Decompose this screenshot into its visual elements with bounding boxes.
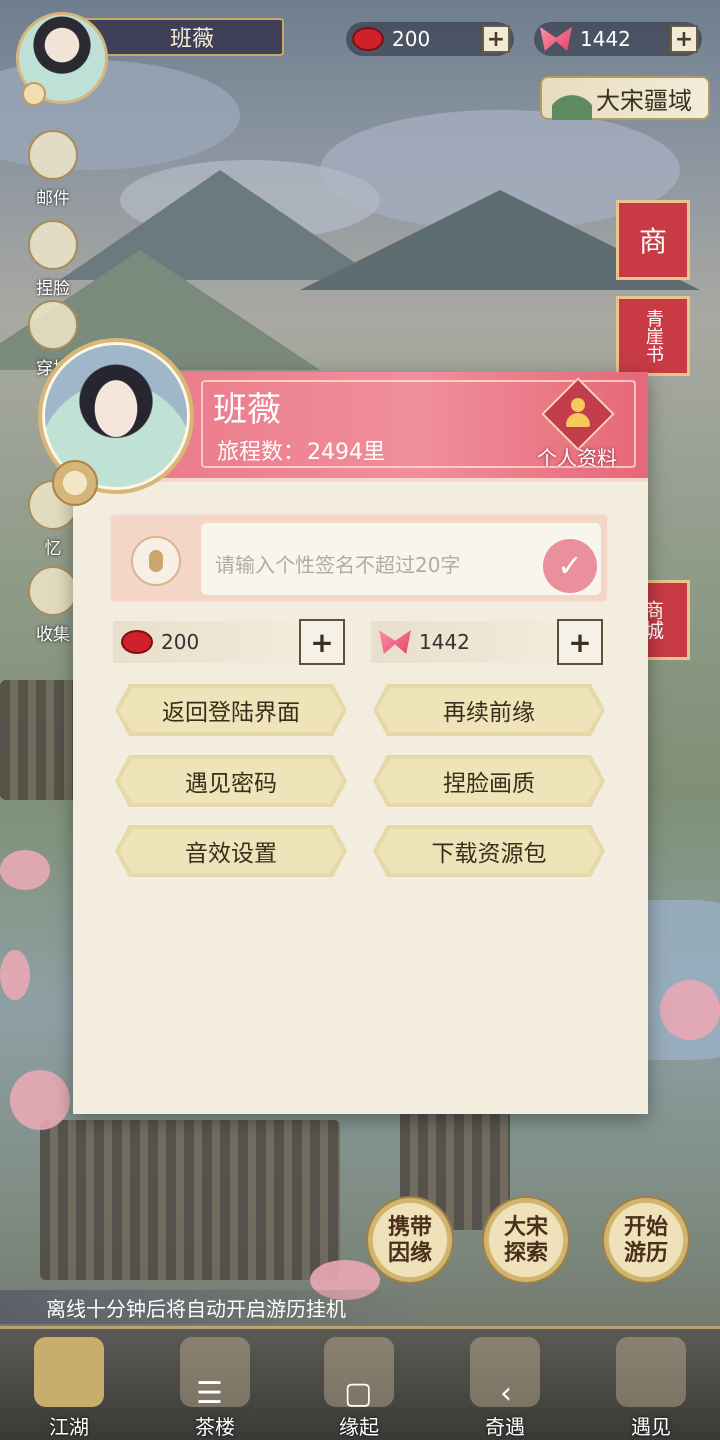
action-line: 游历: [623, 1240, 668, 1266]
panel-bean-count: 200: [161, 630, 200, 654]
nav-label: 遇见: [631, 1415, 671, 1439]
face-quality-button[interactable]: 捏脸画质: [373, 755, 605, 807]
add-beans-button[interactable]: +: [482, 25, 510, 53]
personal-profile-button[interactable]: 个人资料: [528, 377, 626, 476]
butterfly-icon: [379, 630, 411, 654]
sound-settings-button[interactable]: 音效设置: [115, 825, 347, 877]
outfit-icon: [28, 300, 78, 350]
side-item-label: 邮件: [36, 189, 70, 209]
book-icon-label: 青崖书: [643, 309, 664, 363]
nav-jianghu[interactable]: 江湖: [14, 1337, 124, 1440]
nav-label: 奇遇: [485, 1415, 525, 1439]
top-profile-badge[interactable]: 班薇: [0, 8, 290, 106]
shop-icon-label: 商: [638, 225, 667, 258]
person-icon: [566, 398, 590, 428]
song-explore-button[interactable]: 大宋 探索: [482, 1196, 570, 1284]
journey-distance: 旅程数：2494里: [215, 434, 385, 466]
face-edit-icon: [28, 220, 78, 270]
add-butterflies-button[interactable]: +: [670, 25, 698, 53]
collection-icon: [28, 566, 78, 616]
personal-profile-label: 个人资料: [537, 446, 617, 470]
system-menu-key[interactable]: ☰: [196, 1376, 223, 1411]
nav-label: 茶楼: [195, 1415, 235, 1439]
butterfly-count: 1442: [580, 27, 631, 51]
idle-tip-banner: 离线十分钟后将自动开启游历挂机: [0, 1290, 430, 1324]
nav-label: 江湖: [49, 1415, 89, 1439]
realm-label: 大宋疆域: [596, 86, 692, 115]
signature-input[interactable]: [201, 523, 601, 595]
action-line: 因缘: [387, 1240, 432, 1266]
butterfly-icon: [540, 27, 572, 51]
side-item-face[interactable]: 捏脸: [18, 220, 88, 299]
side-item-label: 捏脸: [36, 279, 70, 299]
panel-butterfly-count: 1442: [419, 630, 470, 654]
action-line: 携带: [387, 1214, 432, 1240]
carry-fate-button[interactable]: 携带 因缘: [366, 1196, 454, 1284]
flower-icon: [22, 82, 46, 106]
nav-label: 缘起: [339, 1415, 379, 1439]
bean-count: 200: [392, 27, 431, 51]
realm-button[interactable]: 大宋疆域: [540, 76, 710, 120]
panel-add-butterflies-button[interactable]: +: [557, 619, 603, 665]
start-travel-button[interactable]: 开始 游历: [602, 1196, 690, 1284]
signature-box: ✓: [109, 513, 609, 603]
system-back-key[interactable]: ‹: [500, 1376, 512, 1411]
panel-add-beans-button[interactable]: +: [299, 619, 345, 665]
hill-icon: [552, 80, 592, 120]
butterfly-counter: 1442 +: [534, 22, 702, 56]
book-button[interactable]: 青崖书: [616, 296, 690, 376]
red-bean-icon: [352, 27, 384, 51]
mail-icon: [28, 130, 78, 180]
profile-panel: 班薇 旅程数：2494里 个人资料 ✓ 200 + 1442 + 返回登陆界面 …: [73, 372, 648, 1114]
side-item-mail[interactable]: 邮件: [18, 130, 88, 209]
action-line: 开始: [623, 1214, 668, 1240]
red-bean-icon: [121, 630, 153, 654]
panel-butterfly-counter: 1442 +: [371, 619, 603, 665]
download-resources-button[interactable]: 下载资源包: [373, 825, 605, 877]
action-line: 探索: [503, 1240, 548, 1266]
side-item-label: 忆: [44, 539, 62, 559]
lantern-icon: [616, 1337, 686, 1407]
microphone-icon[interactable]: [131, 536, 181, 586]
system-home-key[interactable]: ▢: [344, 1376, 372, 1411]
journey-value: 2494里: [307, 440, 386, 465]
meet-password-button[interactable]: 遇见密码: [115, 755, 347, 807]
side-item-label: 收集: [36, 625, 70, 645]
continue-fate-button[interactable]: 再续前缘: [373, 684, 605, 736]
action-line: 大宋: [503, 1214, 548, 1240]
plum-flower-icon: [52, 460, 98, 506]
journey-label: 旅程数：: [217, 440, 306, 465]
map-scroll-icon: [34, 1337, 104, 1407]
panel-bean-counter: 200 +: [113, 619, 345, 665]
nav-meet[interactable]: 遇见: [596, 1337, 706, 1440]
confirm-check-icon[interactable]: ✓: [543, 539, 597, 593]
bean-counter: 200 +: [346, 22, 514, 56]
player-name: 班薇: [213, 390, 281, 430]
return-login-button[interactable]: 返回登陆界面: [115, 684, 347, 736]
shop-button[interactable]: 商: [616, 200, 690, 280]
